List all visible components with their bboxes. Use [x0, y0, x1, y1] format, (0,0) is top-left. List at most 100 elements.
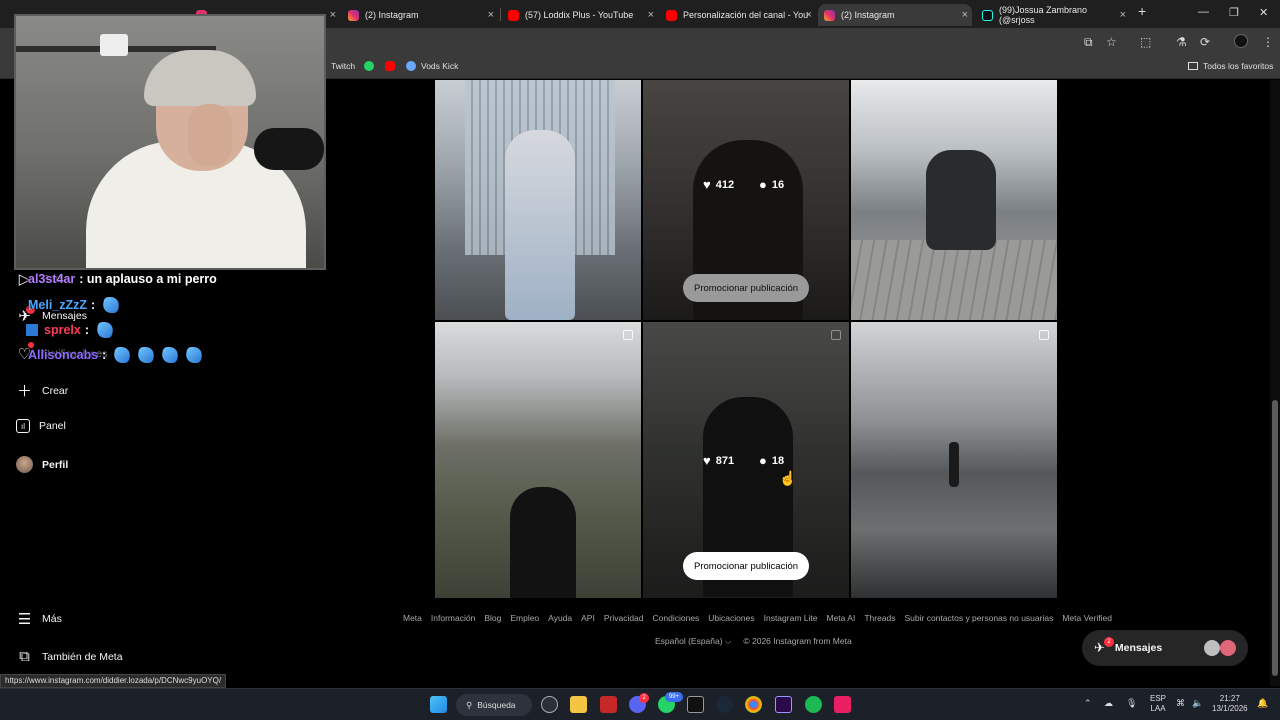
browser-tab[interactable]: (2) Instagram ×: [342, 4, 498, 26]
footer-link[interactable]: Threads: [864, 613, 895, 623]
footer-link[interactable]: Meta Verified: [1062, 613, 1112, 623]
windows-start-icon[interactable]: [430, 696, 447, 713]
likes-count: ♥ 412: [703, 177, 734, 192]
notification-bell-icon[interactable]: 🔔: [1257, 698, 1268, 709]
onedrive-icon[interactable]: ☁: [1104, 698, 1113, 709]
close-tab-icon[interactable]: ×: [1120, 9, 1126, 21]
footer-link[interactable]: Blog: [484, 613, 501, 623]
footer-link[interactable]: Información: [431, 613, 475, 623]
meta-apps-icon: ⧉: [19, 648, 30, 665]
chat-text: : un aplauso a mi perro: [79, 272, 217, 286]
browser-tab[interactable]: Personalización del canal - You ×: [660, 4, 816, 26]
maximize-button[interactable]: ❐: [1229, 6, 1239, 19]
promote-post-button[interactable]: Promocionar publicación: [683, 552, 809, 580]
post-thumbnail[interactable]: [435, 322, 641, 598]
youtube-studio-favicon-icon: [666, 9, 677, 21]
extensions-icon[interactable]: ⬚: [1140, 35, 1151, 49]
instagram-favicon-icon: [348, 9, 359, 21]
epic-games-icon[interactable]: [687, 696, 704, 713]
cast-icon[interactable]: ⧉: [1084, 35, 1093, 50]
bookmark-label: Twitch: [331, 61, 356, 71]
close-tab-icon[interactable]: ×: [962, 9, 968, 21]
sync-icon[interactable]: ⟳: [1200, 35, 1210, 49]
nav-tambien-de-meta[interactable]: ⧉ También de Meta: [16, 648, 122, 665]
post-thumbnail[interactable]: ♥ 871 ● 18 Promocionar publicación ☝: [643, 322, 849, 598]
browser-tab[interactable]: (57) Loddix Plus - YouTube ×: [502, 4, 658, 26]
bookmark-whatsapp[interactable]: [364, 61, 379, 71]
footer-link[interactable]: Instagram Lite: [764, 613, 818, 623]
close-tab-icon[interactable]: ×: [806, 9, 812, 21]
microphone-icon[interactable]: 🎙: [1126, 698, 1137, 709]
footer-link[interactable]: Ayuda: [548, 613, 572, 623]
bookmark-youtube[interactable]: [385, 61, 400, 71]
carousel-icon: [1039, 330, 1049, 340]
footer-link[interactable]: Meta AI: [826, 613, 855, 623]
language-selector[interactable]: Español (España) ⌵: [655, 636, 731, 647]
footer-link[interactable]: Condiciones: [653, 613, 700, 623]
footer-link[interactable]: Privacidad: [604, 613, 644, 623]
promote-post-button[interactable]: Promocionar publicación: [683, 274, 809, 302]
all-bookmarks-button[interactable]: Todos los favoritos: [1188, 61, 1273, 71]
emote-icon: [136, 347, 156, 363]
whatsapp-badge: 99+: [665, 692, 683, 702]
post-thumbnail[interactable]: [851, 80, 1057, 320]
plus-icon: ＋: [16, 383, 32, 400]
avatar: [1220, 640, 1236, 656]
menu-kebab-icon[interactable]: ⋮: [1262, 35, 1274, 49]
scrollbar-thumb[interactable]: [1272, 400, 1278, 676]
minimize-button[interactable]: —: [1198, 6, 1209, 18]
footer-link[interactable]: Subir contactos y personas no usuarias: [905, 613, 1054, 623]
bookmark-star-icon[interactable]: ☆: [1106, 35, 1117, 49]
clock[interactable]: 21:27 13/1/2026: [1212, 694, 1248, 714]
new-tab-button[interactable]: +: [1138, 3, 1146, 19]
close-tab-icon[interactable]: ×: [330, 9, 336, 21]
page-scrollbar[interactable]: [1270, 80, 1280, 686]
premiere-pro-icon[interactable]: [775, 696, 792, 713]
comments-count: ● 16: [759, 177, 784, 192]
close-tab-icon[interactable]: ×: [488, 9, 494, 21]
heart-filled-icon: ♥: [703, 177, 711, 192]
browser-tab[interactable]: (99)Jossua Zambrano (@srjoss ×: [976, 4, 1130, 26]
bookmark-vods-kick[interactable]: Vods Kick: [406, 61, 458, 71]
nav-panel[interactable]: ıl Panel: [16, 419, 66, 433]
avatar: [1204, 640, 1220, 656]
footer-link[interactable]: Meta: [403, 613, 422, 623]
ground-tiles: [851, 240, 1057, 320]
network-icon[interactable]: ⌘: [1176, 698, 1185, 709]
chrome-icon[interactable]: [745, 696, 762, 713]
messages-floating-button[interactable]: ✈ 2 Mensajes: [1082, 630, 1248, 666]
emote-icon: [160, 347, 180, 363]
taskbar-search[interactable]: ⚲ Búsqueda: [456, 694, 532, 716]
spotify-icon[interactable]: [805, 696, 822, 713]
profile-avatar-icon[interactable]: [1234, 34, 1248, 48]
post-thumbnail[interactable]: [435, 80, 641, 320]
app-icon[interactable]: [600, 696, 617, 713]
tray-chevron-icon[interactable]: ⌃: [1084, 698, 1092, 709]
post-thumbnail[interactable]: ♥ 412 ● 16 Promocionar publicación: [643, 80, 849, 320]
close-tab-icon[interactable]: ×: [648, 9, 654, 21]
footer-link[interactable]: Empleo: [510, 613, 539, 623]
emote-icon: [101, 297, 121, 313]
nav-perfil[interactable]: Perfil: [16, 456, 68, 473]
post-thumbnail[interactable]: [851, 322, 1057, 598]
app-icon[interactable]: [541, 696, 558, 713]
volume-icon[interactable]: 🔈: [1192, 698, 1203, 709]
chat-username: Meli_zZzZ: [28, 298, 88, 312]
likes-value: 871: [715, 454, 735, 467]
language-indicator[interactable]: ESP LAA: [1150, 694, 1166, 714]
file-explorer-icon[interactable]: [570, 696, 587, 713]
whatsapp-icon: [364, 61, 374, 71]
youtube-icon: [385, 61, 395, 71]
nav-mas[interactable]: ☰ Más: [16, 610, 62, 628]
tiktok-icon[interactable]: [834, 696, 851, 713]
footer-link[interactable]: Ubicaciones: [708, 613, 754, 623]
footer-link[interactable]: API: [581, 613, 595, 623]
browser-tab-active[interactable]: (2) Instagram ×: [818, 4, 972, 26]
extension-puzzle-icon[interactable]: ⚗: [1176, 35, 1187, 49]
kick-icon: [406, 61, 416, 71]
steam-icon[interactable]: [716, 696, 733, 713]
nav-crear[interactable]: ＋ Crear: [16, 382, 68, 400]
bookmark-twitch[interactable]: Twitch: [331, 61, 355, 71]
close-window-button[interactable]: ✕: [1259, 6, 1268, 19]
tab-label: (2) Instagram: [841, 10, 895, 20]
